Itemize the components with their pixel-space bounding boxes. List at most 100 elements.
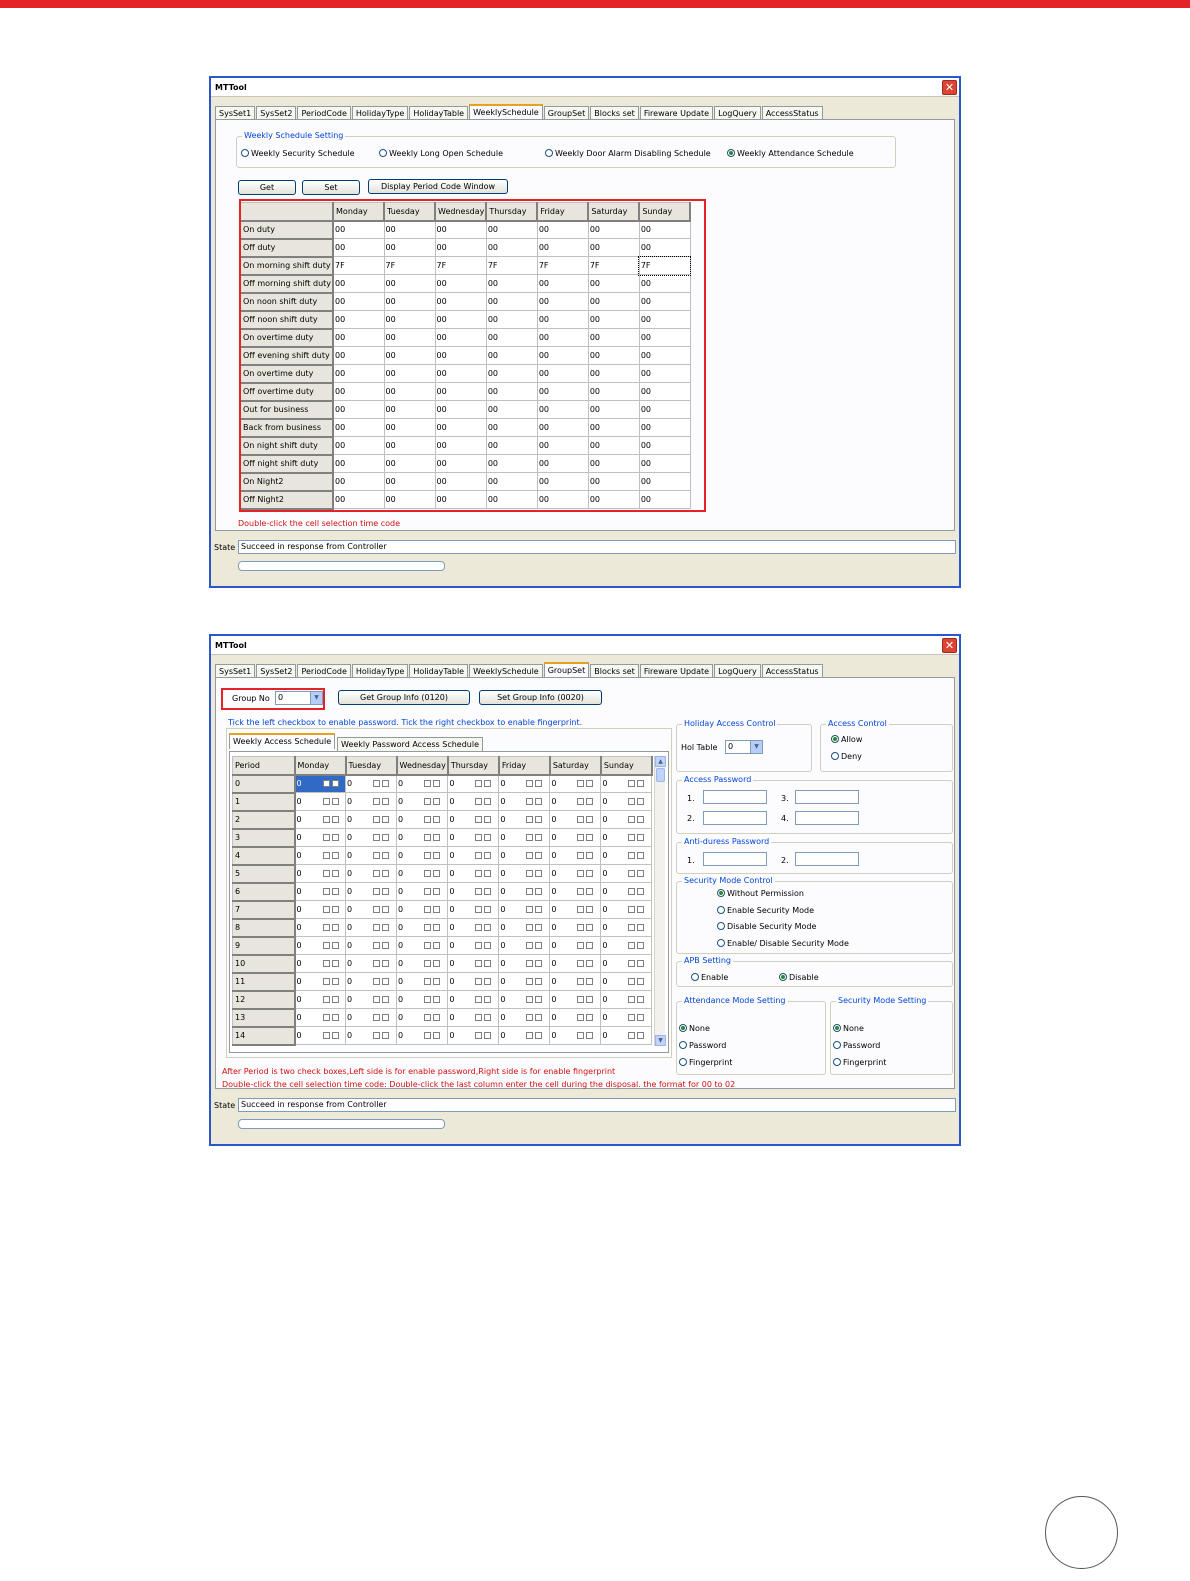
password-checkbox[interactable] (322, 888, 330, 895)
password-checkbox[interactable] (322, 1014, 330, 1021)
access-cell[interactable]: 0 (294, 1026, 346, 1045)
password-checkbox[interactable] (475, 978, 483, 985)
fingerprint-checkbox[interactable] (637, 816, 645, 823)
fingerprint-checkbox[interactable] (535, 816, 543, 823)
fingerprint-checkbox[interactable] (586, 870, 594, 877)
access-cell[interactable]: 0 (345, 954, 397, 973)
fingerprint-checkbox[interactable] (586, 1014, 594, 1021)
access-cell[interactable]: 0 (447, 774, 500, 793)
password-checkbox[interactable] (424, 834, 431, 841)
access-cell[interactable]: 0 (345, 774, 397, 793)
subtab-weekly-access-schedule[interactable]: Weekly Access Schedule (229, 733, 336, 749)
access-cell[interactable]: 0 (447, 810, 500, 829)
display-period-code-window-button[interactable]: Display Period Code Window (368, 179, 508, 194)
access-cell[interactable]: 0 (498, 936, 551, 955)
schedule-type-radio[interactable]: Weekly Security Schedule (241, 149, 355, 159)
access-cell[interactable]: 0 (395, 972, 449, 991)
access-cell[interactable]: 0 (600, 1008, 653, 1027)
access-cell[interactable]: 0 (498, 846, 551, 865)
fingerprint-checkbox[interactable] (535, 852, 543, 859)
password-checkbox[interactable] (628, 996, 636, 1003)
access-cell[interactable]: 0 (498, 774, 551, 793)
password-checkbox[interactable] (526, 816, 534, 823)
access-cell[interactable]: 0 (600, 846, 653, 865)
tab-logquery[interactable]: LogQuery (714, 664, 761, 678)
password-checkbox[interactable] (424, 852, 431, 859)
fingerprint-checkbox[interactable] (484, 816, 492, 823)
password-checkbox[interactable] (475, 852, 483, 859)
option-radio[interactable]: None (833, 1024, 864, 1034)
allow-radio[interactable]: Allow (831, 735, 862, 745)
fingerprint-checkbox[interactable] (535, 798, 543, 805)
password-checkbox[interactable] (475, 924, 483, 931)
fingerprint-checkbox[interactable] (586, 924, 594, 931)
fingerprint-checkbox[interactable] (637, 1032, 645, 1039)
access-cell[interactable]: 0 (294, 918, 346, 937)
access-cell[interactable]: 0 (447, 972, 500, 991)
fingerprint-checkbox[interactable] (484, 798, 492, 805)
fingerprint-checkbox[interactable] (535, 978, 543, 985)
access-cell[interactable]: 0 (447, 882, 500, 901)
access-cell[interactable]: 0 (600, 1026, 653, 1045)
fingerprint-checkbox[interactable] (331, 978, 339, 985)
password-checkbox[interactable] (424, 780, 431, 788)
vertical-scrollbar[interactable]: ▲ ▼ (654, 756, 666, 1046)
access-cell[interactable]: 0 (395, 810, 449, 829)
fingerprint-checkbox[interactable] (535, 870, 543, 877)
schedule-type-radio[interactable]: Weekly Long Open Schedule (379, 149, 503, 159)
fingerprint-checkbox[interactable] (637, 834, 645, 841)
password-checkbox[interactable] (628, 870, 636, 877)
fingerprint-checkbox[interactable] (535, 996, 543, 1003)
fingerprint-checkbox[interactable] (535, 906, 543, 913)
fingerprint-checkbox[interactable] (586, 816, 594, 823)
tab-holidaytype[interactable]: HolidayType (351, 106, 409, 120)
password-checkbox[interactable] (322, 1032, 330, 1039)
password-checkbox[interactable] (577, 1014, 585, 1021)
access-cell[interactable]: 0 (294, 864, 346, 883)
access-cell[interactable]: 0 (549, 1026, 602, 1045)
password-1-input[interactable] (703, 790, 767, 804)
access-cell[interactable]: 0 (549, 954, 602, 973)
tab-holidaytable[interactable]: HolidayTable (409, 106, 469, 120)
fingerprint-checkbox[interactable] (331, 924, 339, 931)
access-cell[interactable]: 0 (447, 990, 500, 1009)
close-icon[interactable]: ✕ (942, 638, 957, 653)
access-cell[interactable]: 0 (549, 828, 602, 847)
fingerprint-checkbox[interactable] (637, 906, 645, 913)
access-cell[interactable]: 0 (345, 882, 397, 901)
apb-enable-radio[interactable]: Enable (691, 973, 728, 983)
fingerprint-checkbox[interactable] (382, 798, 389, 805)
fingerprint-checkbox[interactable] (535, 1014, 543, 1021)
password-checkbox[interactable] (424, 942, 431, 949)
password-checkbox[interactable] (475, 906, 483, 913)
fingerprint-checkbox[interactable] (484, 780, 492, 788)
password-checkbox[interactable] (526, 906, 534, 913)
fingerprint-checkbox[interactable] (433, 924, 440, 931)
access-cell[interactable]: 0 (395, 990, 449, 1009)
access-cell[interactable]: 0 (294, 954, 346, 973)
password-checkbox[interactable] (577, 996, 585, 1003)
password-checkbox[interactable] (628, 1014, 636, 1021)
access-cell[interactable]: 0 (345, 792, 397, 811)
fingerprint-checkbox[interactable] (331, 852, 339, 859)
fingerprint-checkbox[interactable] (331, 798, 339, 805)
fingerprint-checkbox[interactable] (484, 1032, 492, 1039)
scroll-thumb[interactable] (656, 768, 665, 782)
access-cell[interactable]: 0 (294, 990, 346, 1009)
access-cell[interactable]: 0 (549, 810, 602, 829)
get-button[interactable]: Get (238, 180, 296, 195)
fingerprint-checkbox[interactable] (433, 1014, 440, 1021)
access-cell[interactable]: 0 (549, 918, 602, 937)
access-cell[interactable]: 0 (447, 1026, 500, 1045)
fingerprint-checkbox[interactable] (331, 960, 339, 967)
access-cell[interactable]: 0 (345, 1026, 397, 1045)
password-checkbox[interactable] (424, 960, 431, 967)
tab-sysset1[interactable]: SysSet1 (215, 664, 256, 678)
get-group-info-button[interactable]: Get Group Info (0120) (338, 690, 470, 705)
access-cell[interactable]: 0 (498, 918, 551, 937)
password-checkbox[interactable] (424, 816, 431, 823)
password-checkbox[interactable] (526, 834, 534, 841)
tab-holidaytype[interactable]: HolidayType (351, 664, 409, 678)
fingerprint-checkbox[interactable] (637, 798, 645, 805)
fingerprint-checkbox[interactable] (433, 960, 440, 967)
